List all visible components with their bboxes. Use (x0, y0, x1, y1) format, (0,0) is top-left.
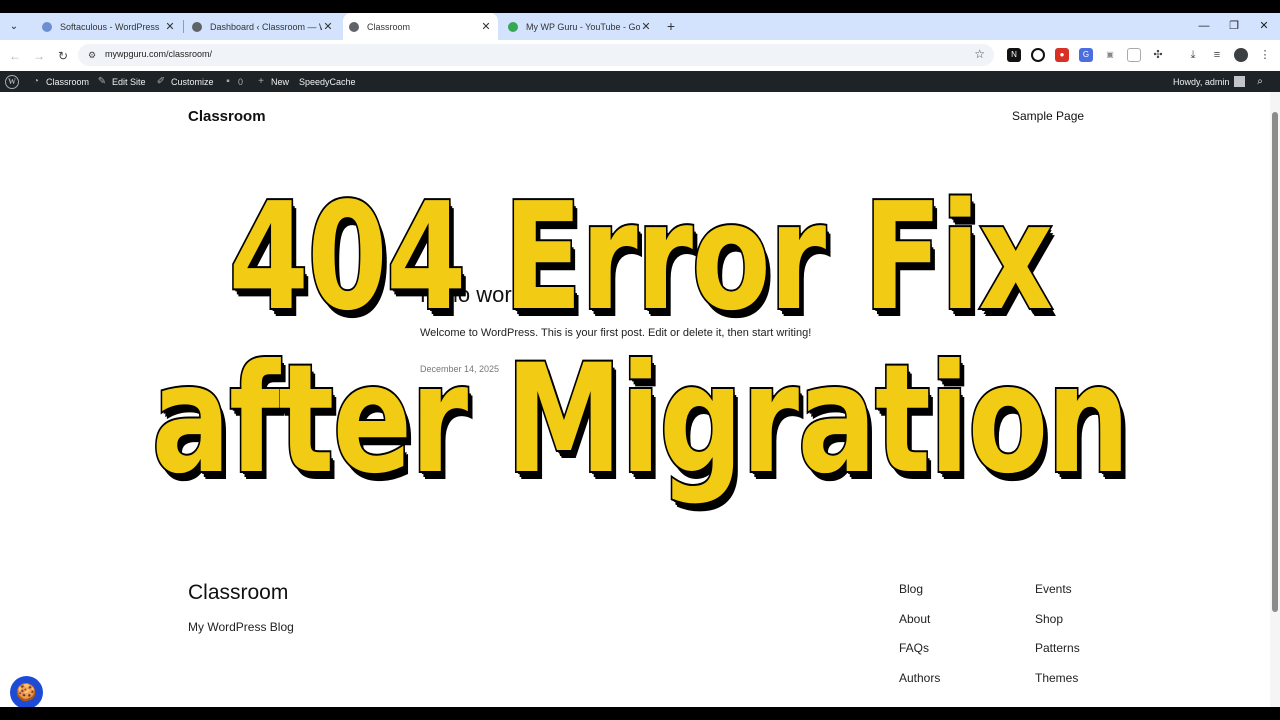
url-text[interactable]: mywpguru.com/classroom/ (105, 49, 212, 59)
site-info-icon[interactable]: ⚙ (86, 49, 98, 61)
post-excerpt: Welcome to WordPress. This is your first… (420, 327, 812, 339)
address-bar[interactable]: ⚙ mywpguru.com/classroom/ ☆ (78, 44, 994, 66)
site-page: Classroom Sample Page Hello world! Welco… (0, 92, 1270, 707)
tab-separator (183, 20, 184, 33)
edit-site-label: Edit Site (112, 76, 146, 87)
tab-close-icon[interactable]: ✕ (322, 20, 334, 33)
admin-bar-new[interactable]: + New (255, 71, 289, 92)
avatar (1234, 76, 1246, 87)
extension-notion-icon[interactable]: N (1007, 48, 1021, 62)
extension-translate-icon[interactable]: G (1079, 48, 1093, 62)
comments-count: 0 (238, 76, 244, 87)
howdy-label: Howdy, admin (1173, 76, 1230, 87)
extension-code-icon[interactable] (1127, 48, 1141, 62)
browser-window: ⌄ Softaculous - WordPress ✕ Dashboard ‹ … (0, 13, 1280, 707)
site-title[interactable]: Classroom (188, 108, 266, 125)
admin-bar-speedycache[interactable]: SpeedyCache (299, 71, 356, 92)
extension-camera-icon[interactable]: ▣ (1103, 48, 1117, 62)
speedycache-label: SpeedyCache (299, 76, 356, 87)
tab-title: Classroom (367, 21, 411, 32)
footer-nav-col-2: Events Shop Patterns Themes (1035, 582, 1145, 700)
close-window-button[interactable]: ✕ (1254, 18, 1274, 34)
footer-link-events[interactable]: Events (1035, 582, 1145, 612)
tab-title: Softaculous - WordPress (60, 21, 160, 32)
tab-dashboard[interactable]: Dashboard ‹ Classroom — WordPress ✕ (186, 13, 340, 40)
globe-favicon-icon (192, 21, 202, 32)
back-arrow-icon[interactable]: ← (7, 48, 23, 64)
new-tab-button[interactable]: + (664, 18, 678, 34)
google-drive-favicon-icon (508, 21, 518, 32)
tab-strip: ⌄ Softaculous - WordPress ✕ Dashboard ‹ … (0, 13, 1280, 40)
wp-admin-bar: W ◔ Classroom ✎ Edit Site ✐ Customize ▪ … (0, 71, 1280, 92)
browser-menu-icon[interactable]: ⋮ (1258, 48, 1272, 62)
admin-bar-site-name[interactable]: ◔ Classroom (30, 71, 89, 92)
new-label: New (271, 76, 290, 87)
brush-icon: ✎ (97, 75, 107, 87)
footer-link-themes[interactable]: Themes (1035, 671, 1145, 701)
nav-sample-page[interactable]: Sample Page (1012, 109, 1084, 123)
tab-search-chevron-icon[interactable]: ⌄ (6, 19, 22, 35)
extension-red-icon[interactable]: ● (1055, 48, 1069, 62)
admin-bar-account[interactable]: Howdy, admin (1173, 71, 1246, 92)
dashboard-icon: ◔ (32, 75, 40, 87)
download-icon[interactable]: ⤓ (1186, 48, 1200, 62)
wordpress-logo-icon[interactable]: W (5, 71, 19, 92)
globe-favicon-icon (349, 21, 359, 32)
admin-bar-customize[interactable]: ✐ Customize (155, 71, 214, 92)
cookie-settings-icon[interactable]: 🍪 (10, 676, 43, 707)
admin-bar-search-icon[interactable]: ⌕ (1254, 71, 1270, 92)
plus-icon: + (258, 75, 264, 87)
reload-icon[interactable]: ↻ (55, 48, 71, 64)
footer-nav-col-1: Blog About FAQs Authors (899, 582, 1009, 700)
tab-title: Dashboard ‹ Classroom — WordPress (210, 21, 322, 32)
footer-link-shop[interactable]: Shop (1035, 612, 1145, 642)
minimize-button[interactable]: — (1194, 18, 1214, 34)
profile-avatar-icon[interactable] (1234, 48, 1248, 62)
admin-bar-edit-site[interactable]: ✎ Edit Site (96, 71, 146, 92)
letterbox-bottom (0, 707, 1280, 720)
maximize-button[interactable]: ❐ (1224, 18, 1244, 34)
post-date: December 14, 2025 (420, 364, 500, 374)
footer-site-title[interactable]: Classroom (188, 581, 288, 605)
footer-link-faqs[interactable]: FAQs (899, 641, 1009, 671)
tab-softaculous[interactable]: Softaculous - WordPress ✕ (36, 13, 182, 40)
bookmark-star-icon[interactable]: ☆ (974, 47, 985, 61)
forward-arrow-icon[interactable]: → (31, 48, 47, 64)
footer-link-blog[interactable]: Blog (899, 582, 1009, 612)
footer-link-patterns[interactable]: Patterns (1035, 641, 1145, 671)
tab-close-icon[interactable]: ✕ (164, 20, 176, 33)
footer-link-authors[interactable]: Authors (899, 671, 1009, 701)
extension-sync-icon[interactable] (1031, 48, 1045, 62)
customize-label: Customize (171, 76, 214, 87)
page-scrollbar[interactable] (1270, 92, 1280, 707)
site-name-label: Classroom (46, 76, 90, 87)
tab-title: My WP Guru - YouTube - Google (526, 21, 640, 32)
browser-toolbar: ← → ↻ ⚙ mywpguru.com/classroom/ ☆ N ● G … (0, 40, 1280, 71)
footer-link-about[interactable]: About (899, 612, 1009, 642)
tab-close-icon[interactable]: ✕ (640, 20, 652, 33)
post-title[interactable]: Hello world! (420, 282, 535, 308)
media-queue-icon[interactable]: ≡ (1210, 48, 1224, 62)
extensions-puzzle-icon[interactable]: ✣ (1151, 48, 1165, 62)
paintbrush-icon: ✐ (156, 75, 166, 87)
tab-classroom[interactable]: Classroom ✕ (343, 13, 498, 40)
tab-youtube[interactable]: My WP Guru - YouTube - Google ✕ (502, 13, 658, 40)
scrollbar-thumb[interactable] (1272, 112, 1278, 612)
admin-bar-comments[interactable]: ▪ 0 (222, 71, 243, 92)
comment-bubble-icon: ▪ (226, 75, 230, 87)
footer-tagline: My WordPress Blog (188, 620, 294, 634)
softaculous-favicon-icon (42, 21, 52, 32)
tab-close-icon[interactable]: ✕ (480, 20, 492, 33)
